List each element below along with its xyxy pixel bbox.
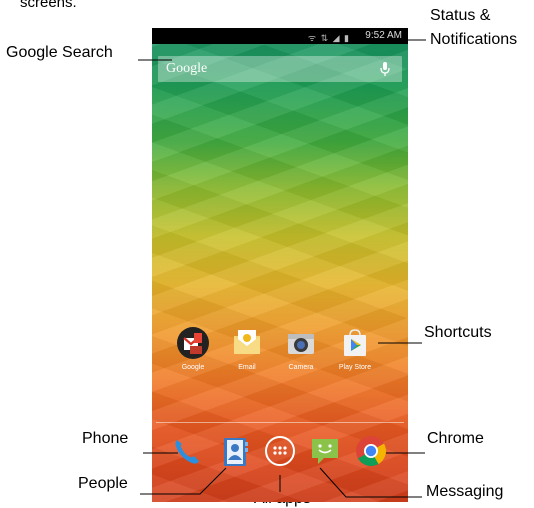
leader-lines (138, 39, 426, 498)
leader-messaging (319, 467, 422, 498)
leader-people (140, 467, 227, 495)
